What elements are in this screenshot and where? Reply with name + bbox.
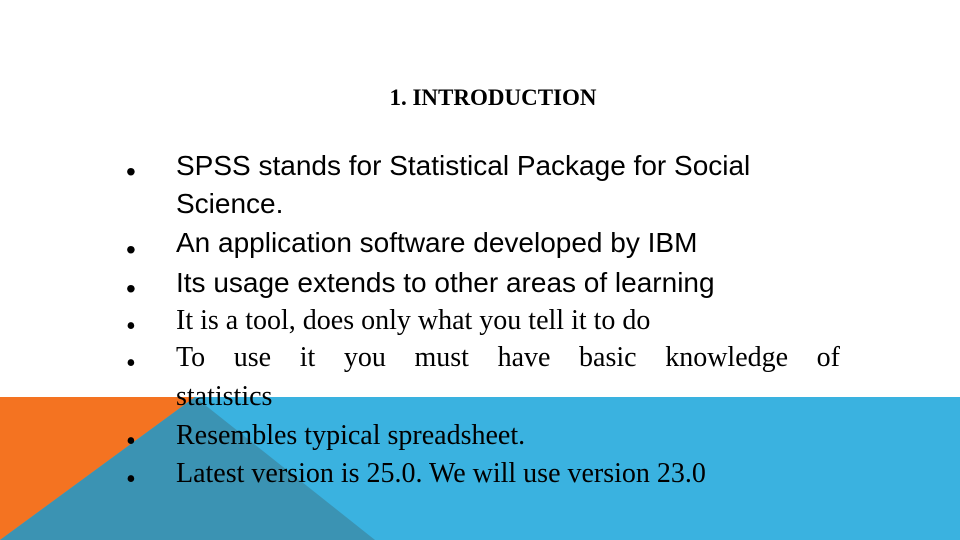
bullet-icon: • bbox=[126, 234, 136, 265]
bullet-text-continued: Science. bbox=[176, 188, 284, 219]
bullet-icon: • bbox=[126, 348, 136, 379]
bullet-list: • SPSS stands for Statistical Package fo… bbox=[0, 0, 960, 540]
bullet-icon: • bbox=[126, 156, 136, 187]
bullet-text: Latest version is 25.0. We will use vers… bbox=[176, 458, 706, 489]
bullet-icon: • bbox=[126, 273, 136, 304]
bullet-text: An application software developed by IBM bbox=[176, 227, 698, 258]
bullet-text: Its usage extends to other areas of lear… bbox=[176, 267, 715, 298]
bullet-text-continued: statistics bbox=[176, 381, 273, 412]
bullet-text: SPSS stands for Statistical Package for … bbox=[176, 150, 751, 181]
bullet-text: To use it you must have basic knowledge … bbox=[176, 342, 840, 373]
bullet-text: It is a tool, does only what you tell it… bbox=[176, 305, 651, 336]
bullet-icon: • bbox=[126, 426, 136, 457]
bullet-icon: • bbox=[126, 311, 136, 342]
bullet-icon: • bbox=[126, 464, 136, 495]
bullet-text: Resembles typical spreadsheet. bbox=[176, 420, 526, 451]
